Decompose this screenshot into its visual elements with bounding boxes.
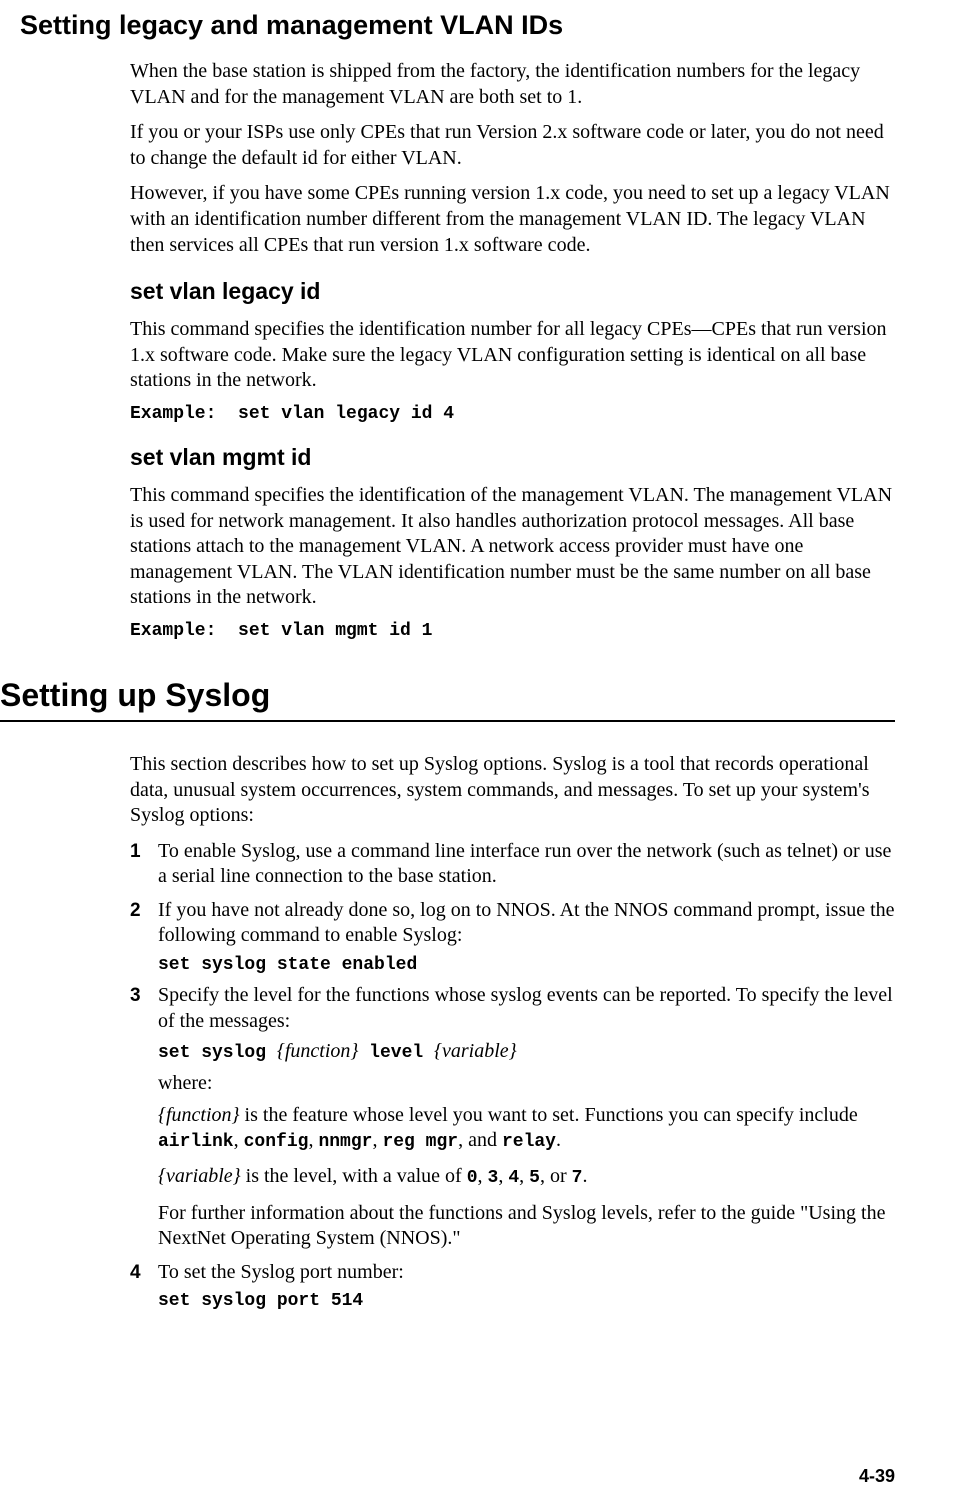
val-7: 7: [572, 1168, 583, 1188]
opt-airlink: airlink: [158, 1132, 234, 1152]
para-legacy-intro-1: When the base station is shipped from th…: [130, 59, 895, 110]
opt-relay: relay: [502, 1132, 556, 1152]
val-4: 4: [508, 1168, 519, 1188]
step-1: To enable Syslog, use a command line int…: [130, 839, 895, 890]
def-variable-text: is the level, with a value of: [241, 1165, 467, 1187]
step-3-where: where:: [158, 1071, 895, 1097]
sep-v2: ,: [498, 1165, 508, 1187]
step-2-command: set syslog state enabled: [158, 955, 895, 975]
step-3-text: Specify the level for the functions whos…: [158, 983, 895, 1034]
opt-config: config: [244, 1132, 309, 1152]
para-set-vlan-legacy-desc: This command specifies the identificatio…: [130, 317, 895, 394]
page-number: 4-39: [859, 1466, 895, 1487]
step-3-def-function: {function} is the feature whose level yo…: [158, 1103, 895, 1155]
opt-reg-mgr: reg mgr: [382, 1132, 458, 1152]
val-3: 3: [488, 1168, 499, 1188]
heading-set-vlan-legacy-id: set vlan legacy id: [130, 278, 895, 305]
def-var-or: , or: [540, 1165, 572, 1187]
def-fn-and: , and: [458, 1129, 502, 1151]
step-3-cmd-mid: level: [358, 1043, 434, 1063]
def-function-lead: {function}: [158, 1104, 240, 1126]
sep-2: ,: [308, 1129, 318, 1151]
para-legacy-intro-2: If you or your ISPs use only CPEs that r…: [130, 120, 895, 171]
step-3-ref: For further information about the functi…: [158, 1201, 895, 1252]
sep-v1: ,: [478, 1165, 488, 1187]
step-4-text: To set the Syslog port number:: [158, 1260, 895, 1286]
heading-legacy-vlan: Setting legacy and management VLAN IDs: [20, 10, 895, 41]
def-fn-period: .: [556, 1129, 561, 1151]
val-5: 5: [529, 1168, 540, 1188]
step-2-text: If you have not already done so, log on …: [158, 898, 895, 949]
para-syslog-intro: This section describes how to set up Sys…: [130, 752, 895, 829]
example-set-vlan-legacy: Example: set vlan legacy id 4: [130, 404, 895, 424]
def-function-text: is the feature whose level you want to s…: [240, 1104, 858, 1126]
para-set-vlan-mgmt-desc: This command specifies the identificatio…: [130, 483, 895, 611]
def-var-period: .: [582, 1165, 587, 1187]
step-4: To set the Syslog port number: set syslo…: [130, 1260, 895, 1312]
heading-setting-up-syslog: Setting up Syslog: [0, 677, 895, 722]
para-legacy-intro-3: However, if you have some CPEs running v…: [130, 181, 895, 258]
step-3: Specify the level for the functions whos…: [130, 983, 895, 1252]
sep-1: ,: [234, 1129, 244, 1151]
step-3-cmd-pre: set syslog: [158, 1043, 277, 1063]
heading-set-vlan-mgmt-id: set vlan mgmt id: [130, 444, 895, 471]
step-3-cmd-function: {function}: [277, 1040, 359, 1062]
example-set-vlan-mgmt: Example: set vlan mgmt id 1: [130, 621, 895, 641]
step-3-cmd-variable: {variable}: [434, 1040, 517, 1062]
sep-3: ,: [372, 1129, 382, 1151]
def-variable-lead: {variable}: [158, 1165, 241, 1187]
opt-nnmgr: nnmgr: [318, 1132, 372, 1152]
sep-v3: ,: [519, 1165, 529, 1187]
step-3-def-variable: {variable} is the level, with a value of…: [158, 1164, 895, 1190]
step-1-text: To enable Syslog, use a command line int…: [158, 839, 895, 890]
val-0: 0: [467, 1168, 478, 1188]
step-2: If you have not already done so, log on …: [130, 898, 895, 975]
step-4-command: set syslog port 514: [158, 1291, 895, 1311]
